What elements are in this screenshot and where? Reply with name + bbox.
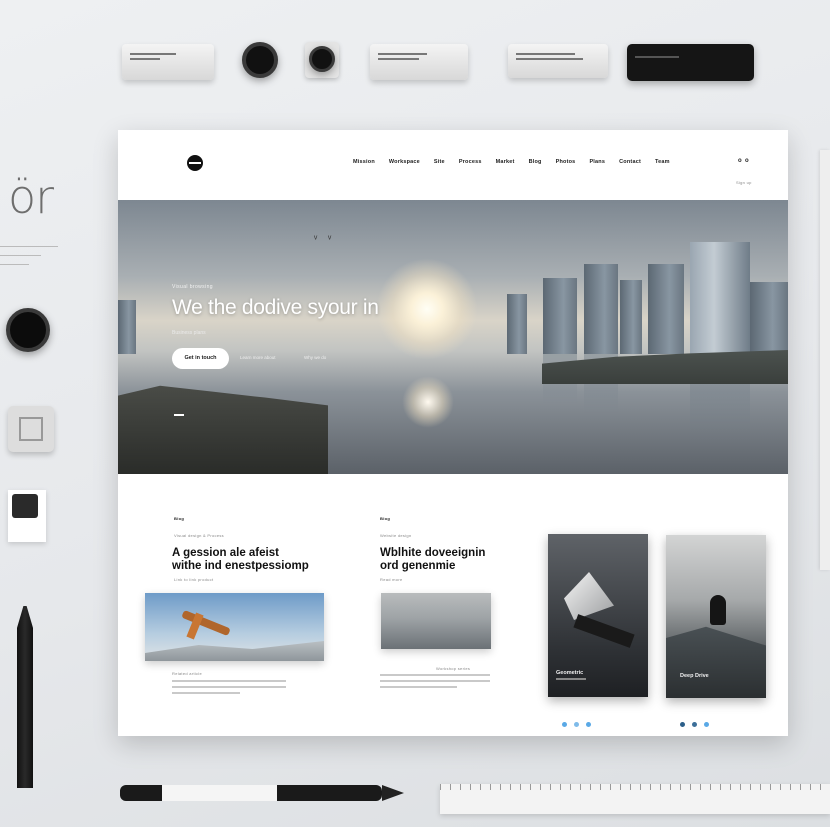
- card-body-text: [172, 680, 286, 698]
- speaker-knob-icon: [6, 308, 50, 352]
- main-nav: Mission Workspace Site Process Market Bl…: [353, 159, 670, 165]
- toggle-card-3: [508, 44, 608, 78]
- card-body-text: [380, 674, 490, 692]
- hero-link[interactable]: Learn more about: [240, 355, 276, 360]
- reeds-left: [118, 385, 328, 474]
- geometric-shape-icon: [564, 572, 614, 620]
- sun-reflection: [402, 376, 454, 428]
- get-in-touch-button[interactable]: Get in touch: [172, 348, 229, 369]
- ruler-icon: [440, 784, 830, 814]
- card-tag: Blog: [380, 516, 391, 521]
- card-caption: Related article: [172, 671, 203, 676]
- nav-item[interactable]: Market: [496, 159, 515, 165]
- nav-item[interactable]: Blog: [529, 159, 542, 165]
- card-title: ord genenmie: [380, 560, 456, 572]
- person-tile[interactable]: Deep Drive: [666, 535, 766, 698]
- airplane-icon: [175, 605, 235, 645]
- hero-link[interactable]: Why we do: [304, 355, 326, 360]
- card-tag: Blog: [174, 516, 185, 521]
- nav-item[interactable]: Process: [459, 159, 482, 165]
- hero-banner: ᵛ ᵛ Visual browsing We the dodive syour …: [118, 200, 788, 474]
- toggle-card-1: [122, 44, 214, 80]
- card-title: Wblhite doveeignin: [380, 547, 486, 559]
- blog-card[interactable]: Blog Visual design & Process A gession a…: [144, 516, 334, 582]
- birds-icon: ᵛ ᵛ: [314, 234, 336, 245]
- nav-item[interactable]: Mission: [353, 159, 375, 165]
- camera-lens-icon: [242, 42, 278, 78]
- card-title: withe ind enestpessiomp: [172, 560, 309, 572]
- hero-eyebrow: Visual browsing: [172, 284, 213, 290]
- hero-headline: We the dodive syour in: [172, 296, 379, 319]
- card-caption: Workshop series: [436, 666, 471, 671]
- nav-icons[interactable]: o o: [738, 158, 749, 164]
- person-silhouette-icon: [710, 595, 726, 625]
- website-mockup: Mission Workspace Site Process Market Bl…: [118, 130, 788, 736]
- divider-lines: [0, 246, 58, 265]
- nav-item[interactable]: Workspace: [389, 159, 420, 165]
- nav-item[interactable]: Team: [655, 159, 670, 165]
- card-title: A gession ale afeist: [172, 547, 279, 559]
- airplane-photo[interactable]: [145, 593, 324, 661]
- nav-sub-link[interactable]: Sign up: [736, 180, 752, 185]
- side-strip: [820, 150, 830, 570]
- reeds-right: [542, 350, 788, 384]
- tile-caption: Deep Drive: [680, 673, 709, 679]
- toggle-card-2: [370, 44, 468, 80]
- square-button-icon: [8, 406, 54, 452]
- landscape-photo[interactable]: [381, 593, 491, 649]
- carousel-dots[interactable]: [562, 714, 598, 732]
- tile-caption: Geometric: [556, 670, 584, 676]
- nav-item[interactable]: Photos: [556, 159, 576, 165]
- card-eyebrow: Website design: [380, 533, 412, 538]
- nav-item[interactable]: Contact: [619, 159, 641, 165]
- sun-glow: [376, 258, 478, 360]
- site-logo-icon[interactable]: [187, 155, 203, 171]
- nav-item[interactable]: Site: [434, 159, 445, 165]
- logo-glyph: ör: [8, 170, 54, 224]
- card-meta: Link to link product: [174, 577, 214, 582]
- geometric-tile[interactable]: Geometric: [548, 534, 648, 697]
- lens-holder: [305, 42, 339, 78]
- card-eyebrow: Visual design & Process: [174, 533, 224, 538]
- carousel-dots[interactable]: [680, 714, 716, 732]
- pencil-icon: [17, 606, 33, 788]
- device-bar: [627, 44, 754, 81]
- hero-subtext: Business plans: [172, 330, 206, 336]
- nav-item[interactable]: Plans: [589, 159, 605, 165]
- card-meta: Read more: [380, 577, 403, 582]
- blog-card[interactable]: Blog Website design Wblhite doveeignin o…: [380, 516, 540, 582]
- slide-indicator[interactable]: [174, 414, 184, 416]
- pen-icon: [120, 785, 404, 801]
- shaker-icon: [8, 490, 46, 542]
